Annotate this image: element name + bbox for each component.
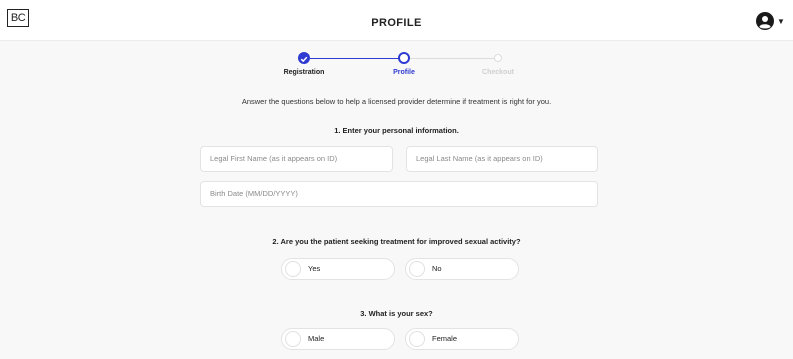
stepper-line-upcoming <box>404 58 498 59</box>
account-circle-icon <box>756 12 774 30</box>
radio-circle-icon[interactable] <box>285 331 301 347</box>
page-title: PROFILE <box>371 17 422 29</box>
header-bar: BC PROFILE ▼ <box>0 0 793 41</box>
step-label-checkout: Checkout <box>482 69 514 76</box>
step-label-profile: Profile <box>393 69 415 76</box>
account-menu-button[interactable]: ▼ <box>756 12 793 32</box>
option-label: Yes <box>308 264 321 273</box>
question-3-title: 3. What is your sex? <box>360 309 433 318</box>
option-label: No <box>432 264 442 273</box>
stepper-line-complete <box>310 58 404 59</box>
radio-circle-icon[interactable] <box>409 331 425 347</box>
step-label-registration: Registration <box>283 69 325 76</box>
answer-yes-option[interactable]: Yes <box>281 258 395 280</box>
last-name-field[interactable]: Legal Last Name (as it appears on ID) <box>406 146 598 172</box>
question-1-title: 1. Enter your personal information. <box>334 126 459 135</box>
sex-female-option[interactable]: Female <box>405 328 519 350</box>
sex-male-option[interactable]: Male <box>281 328 395 350</box>
question-2-title: 2. Are you the patient seeking treatment… <box>272 237 521 246</box>
intro-text: Answer the questions below to help a lic… <box>241 97 552 106</box>
first-name-field[interactable]: Legal First Name (as it appears on ID) <box>200 146 393 172</box>
option-label: Male <box>308 334 325 343</box>
progress-stepper: Registration Profile Checkout <box>0 52 793 82</box>
step-checkout-icon <box>494 54 502 62</box>
option-label: Female <box>432 334 458 343</box>
birth-date-field[interactable]: Birth Date (MM/DD/YYYY) <box>200 181 598 207</box>
step-registration-check-icon <box>298 52 310 64</box>
chevron-down-icon: ▼ <box>777 17 785 26</box>
answer-no-option[interactable]: No <box>405 258 519 280</box>
radio-circle-icon[interactable] <box>285 261 301 277</box>
step-profile-current-icon <box>398 52 410 64</box>
radio-circle-icon[interactable] <box>409 261 425 277</box>
